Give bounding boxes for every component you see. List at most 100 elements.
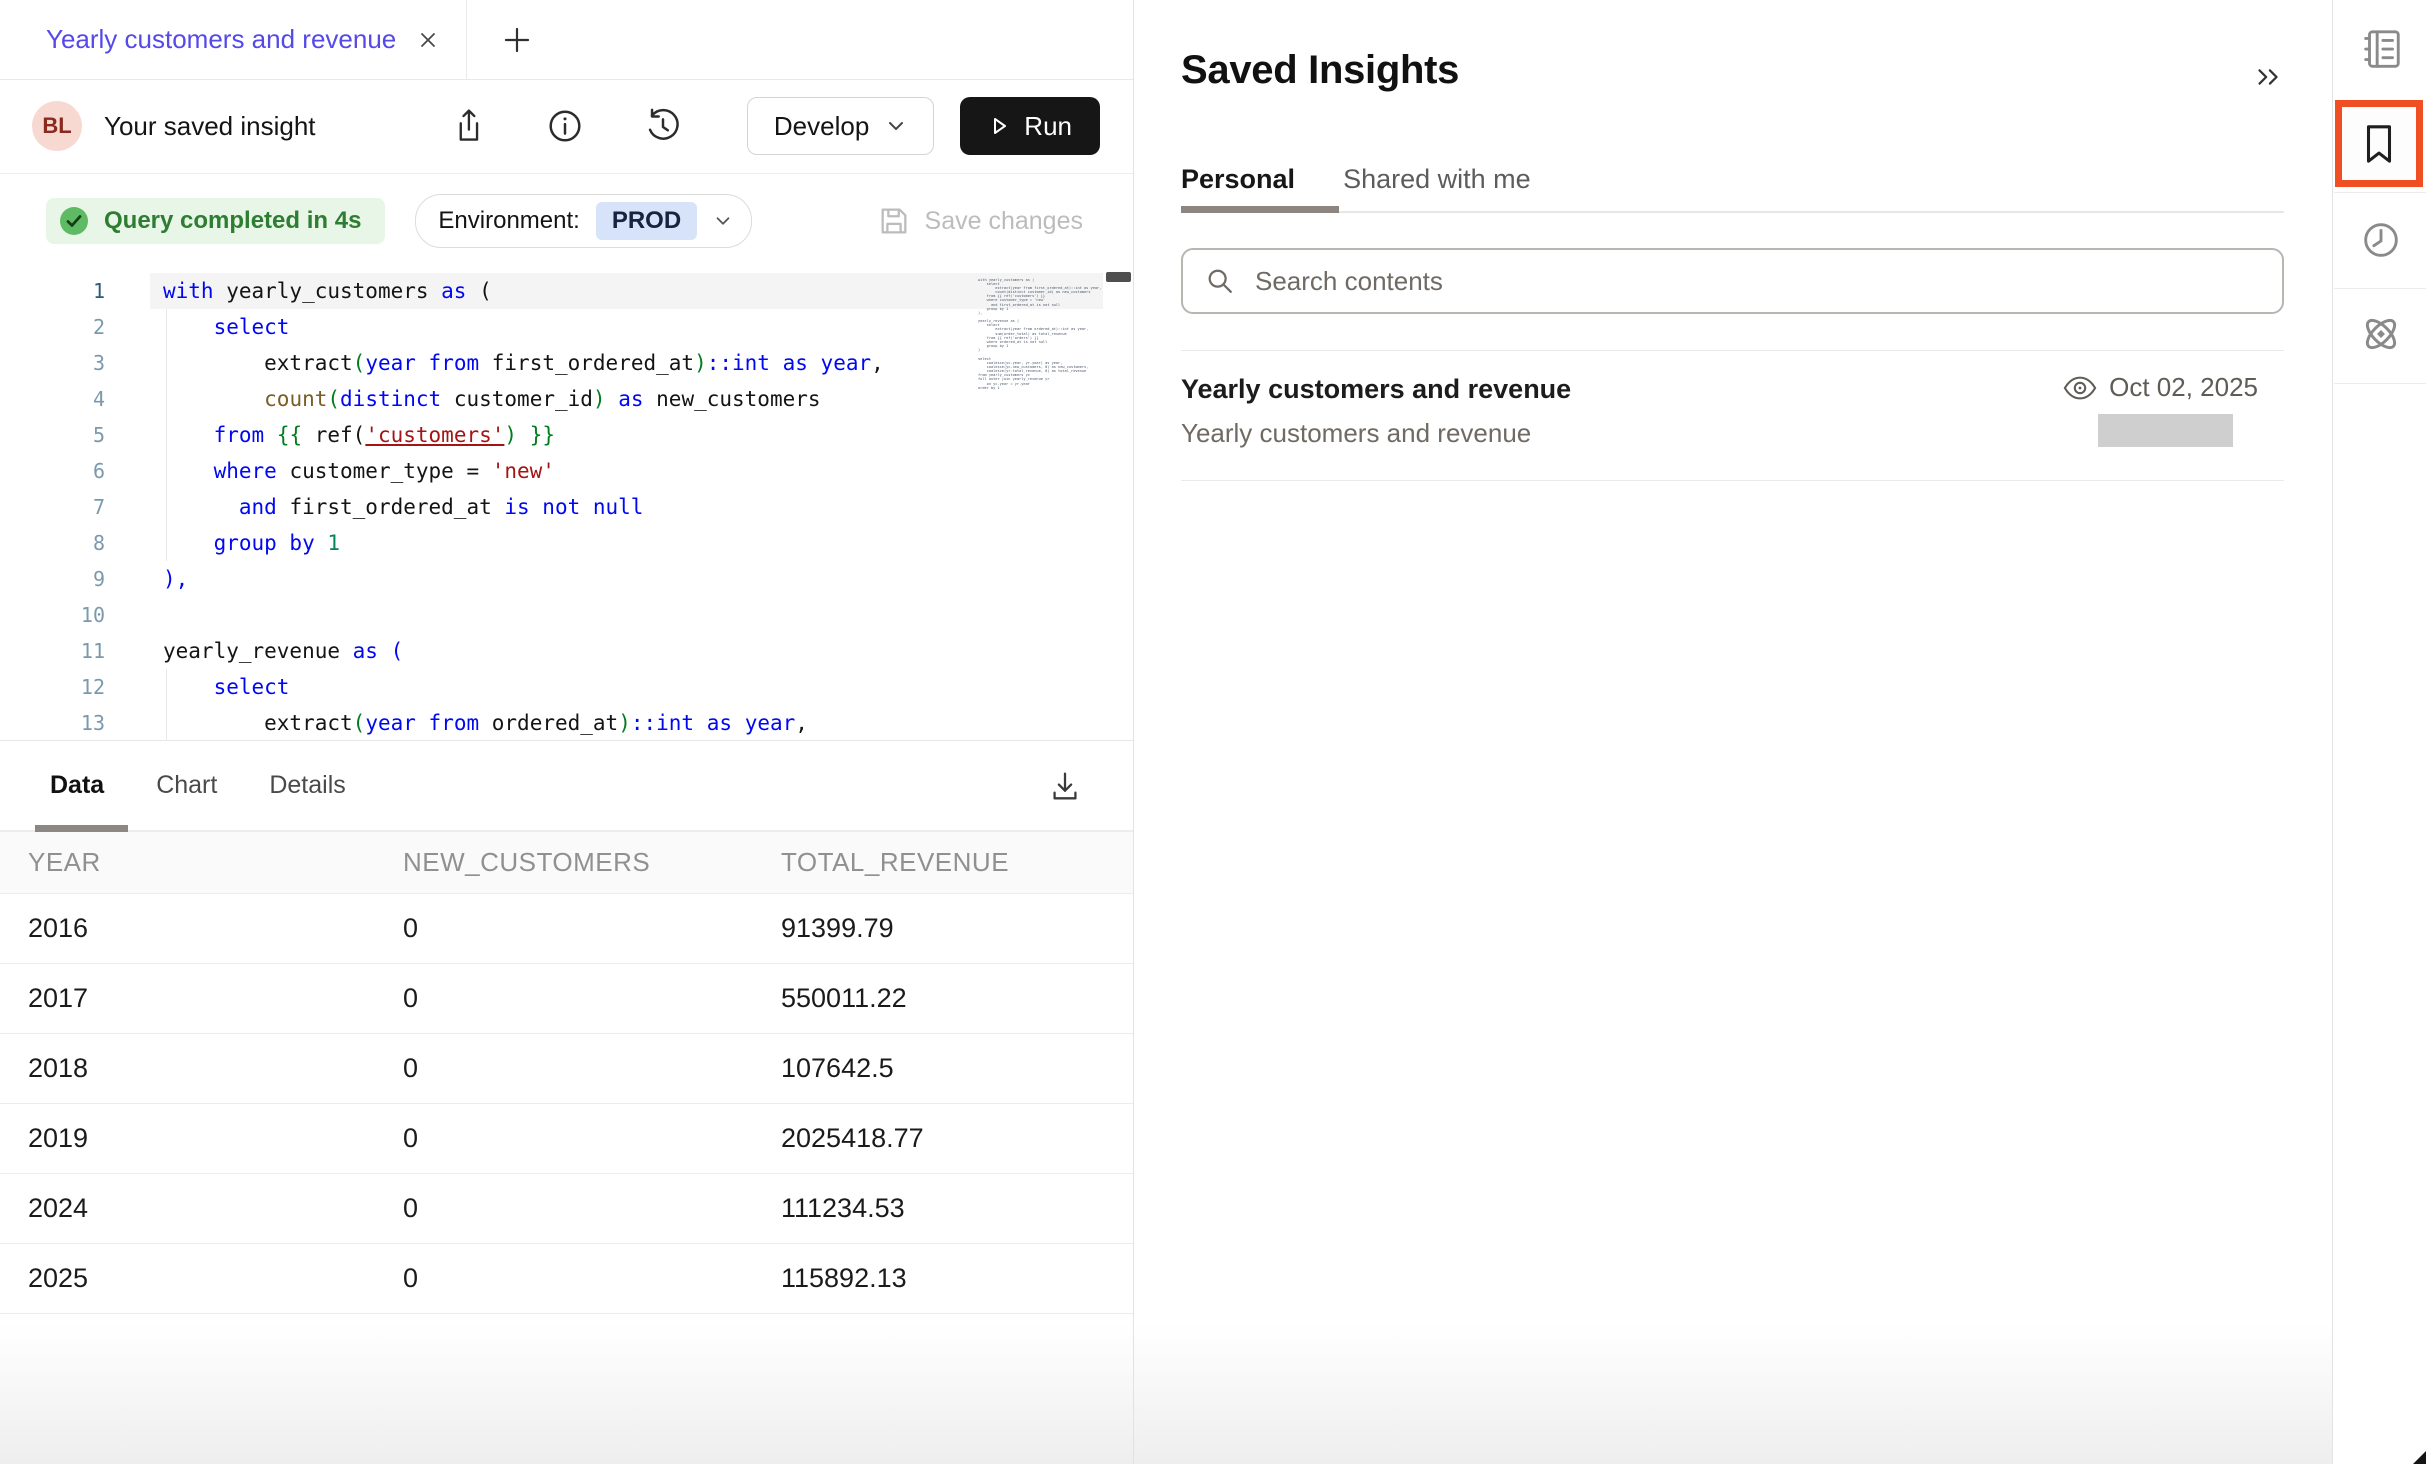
active-tab-underline (35, 825, 128, 832)
collapse-panel-button[interactable] (2252, 60, 2286, 94)
environment-select[interactable]: Environment: PROD (415, 194, 752, 248)
lineage-button[interactable] (2334, 310, 2426, 358)
environment-value-badge: PROD (596, 202, 697, 240)
tab-title: Yearly customers and revenue (46, 24, 396, 55)
query-status-badge: Query completed in 4s (46, 198, 385, 244)
table-cell: 2018 (28, 1053, 403, 1084)
code-line[interactable]: 4 count(distinct customer_id) as new_cus… (0, 381, 1133, 417)
saved-insights-button[interactable] (2358, 121, 2400, 167)
rail-divider (2334, 192, 2426, 193)
tab-bar: Yearly customers and revenue (0, 0, 1133, 80)
bookmark-icon (2358, 121, 2400, 167)
query-history-button[interactable] (2334, 217, 2426, 263)
code-line[interactable]: 6 where customer_type = 'new' (0, 453, 1133, 489)
skeleton-placeholder (2098, 414, 2233, 447)
column-header[interactable]: YEAR (28, 847, 403, 878)
code-line[interactable]: 2 select (0, 309, 1133, 345)
info-icon (545, 106, 585, 146)
code-lines: 1with yearly_customers as (2 select3 ext… (0, 273, 1133, 740)
table-cell: 0 (403, 983, 781, 1014)
code-line[interactable]: 7 and first_ordered_at is not null (0, 489, 1133, 525)
save-icon (877, 204, 911, 238)
code-line[interactable]: 10 (0, 597, 1133, 633)
environment-label: Environment: (438, 207, 579, 235)
column-header[interactable]: TOTAL_REVENUE (781, 847, 1133, 878)
tab-close-icon[interactable] (416, 28, 440, 52)
table-row[interactable]: 20180107642.5 (0, 1034, 1133, 1104)
develop-button[interactable]: Develop (747, 97, 934, 155)
table-row[interactable]: 2016091399.79 (0, 894, 1133, 964)
code-line[interactable]: 1with yearly_customers as ( (0, 273, 1133, 309)
catalog-icon (2358, 26, 2404, 72)
editor-scrollbar-thumb[interactable] (1106, 272, 1131, 282)
new-tab-button[interactable] (495, 18, 539, 62)
table-row[interactable]: 20170550011.22 (0, 964, 1133, 1034)
table-cell: 2024 (28, 1193, 403, 1224)
download-button[interactable] (1047, 768, 1083, 804)
table-cell: 2016 (28, 913, 403, 944)
code-line[interactable]: 3 extract(year from first_ordered_at)::i… (0, 345, 1133, 381)
tab-yearly-customers-and-revenue[interactable]: Yearly customers and revenue (0, 0, 466, 79)
tabs-baseline (1181, 211, 2284, 213)
table-cell: 0 (403, 1053, 781, 1084)
saved-insight-item[interactable]: Yearly customers and revenue Oct 02, 202… (1181, 372, 2284, 480)
save-changes-button[interactable]: Save changes (877, 204, 1083, 238)
check-circle-icon (58, 205, 90, 237)
table-row[interactable]: 20240111234.53 (0, 1174, 1133, 1244)
tab-shared-with-me[interactable]: Shared with me (1343, 164, 1531, 195)
tab-divider (466, 0, 467, 79)
table-cell: 0 (403, 1263, 781, 1294)
rail-divider (2334, 288, 2426, 289)
minimap[interactable]: with yearly_customers as ( select extrac… (978, 278, 1104, 390)
table-cell: 2025418.77 (781, 1123, 1133, 1154)
catalog-button[interactable] (2334, 26, 2426, 72)
code-line[interactable]: 12 select (0, 669, 1133, 705)
search-box[interactable] (1181, 248, 2284, 314)
code-line[interactable]: 5 from {{ ref('customers') }} (0, 417, 1133, 453)
divider (1181, 480, 2284, 481)
saved-insights-panel: Saved Insights Personal Shared with me Y… (1134, 0, 2332, 1464)
insight-subtitle: Yearly customers and revenue (1181, 418, 1531, 449)
avatar[interactable]: BL (32, 101, 82, 151)
table-body: 2016091399.7920170550011.2220180107642.5… (0, 894, 1133, 1314)
clock-icon (2358, 217, 2404, 263)
history-icon (643, 106, 683, 146)
table-cell: 0 (403, 913, 781, 944)
run-button[interactable]: Run (960, 97, 1100, 155)
code-line[interactable]: 8 group by 1 (0, 525, 1133, 561)
insight-toolbar: BL Your saved insight Develop (0, 79, 1133, 174)
eye-icon (2063, 375, 2097, 401)
table-cell: 550011.22 (781, 983, 1133, 1014)
tab-personal[interactable]: Personal (1181, 164, 1295, 195)
table-cell: 111234.53 (781, 1193, 1133, 1224)
chevron-down-icon (885, 115, 907, 137)
tab-data[interactable]: Data (50, 771, 104, 800)
table-header: YEARNEW_CUSTOMERSTOTAL_REVENUE (0, 832, 1133, 894)
table-row[interactable]: 20250115892.13 (0, 1244, 1133, 1314)
share-button[interactable] (449, 106, 487, 146)
panel-title: Saved Insights (1181, 48, 1459, 93)
download-icon (1047, 768, 1083, 804)
search-input[interactable] (1253, 265, 2260, 298)
tab-chart[interactable]: Chart (156, 771, 217, 800)
rail-divider (2334, 383, 2426, 384)
active-tab-underline (1181, 206, 1339, 213)
code-line[interactable]: 11yearly_revenue as ( (0, 633, 1133, 669)
table-row[interactable]: 201902025418.77 (0, 1104, 1133, 1174)
tab-details[interactable]: Details (269, 771, 345, 800)
code-line[interactable]: 13 extract(year from ordered_at)::int as… (0, 705, 1133, 740)
info-button[interactable] (545, 106, 585, 146)
double-chevron-right-icon (2252, 60, 2286, 94)
side-icon-rail (2332, 0, 2426, 1464)
code-line[interactable]: 9), (0, 561, 1133, 597)
share-icon (449, 106, 487, 146)
results-tab-bar: Data Chart Details (0, 740, 1133, 832)
annotation-highlight (2335, 100, 2423, 187)
sql-editor[interactable]: 1with yearly_customers as (2 select3 ext… (0, 268, 1133, 740)
run-label: Run (1024, 111, 1072, 142)
play-icon (988, 115, 1010, 137)
history-button[interactable] (643, 106, 683, 146)
table-cell: 0 (403, 1123, 781, 1154)
column-header[interactable]: NEW_CUSTOMERS (403, 847, 781, 878)
query-status-text: Query completed in 4s (104, 207, 361, 235)
